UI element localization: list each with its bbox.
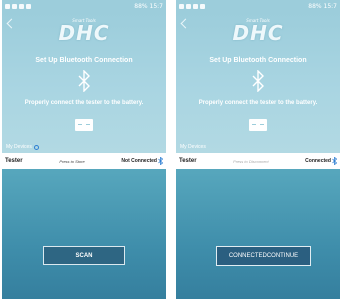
press-hint: Press to Store [59, 158, 85, 164]
scan-button[interactable]: SCAN [43, 246, 125, 265]
status-right: 88% 15:7 [134, 3, 163, 10]
connected-continue-button[interactable]: CONNECTEDCONTINUE [216, 246, 311, 266]
notification-icons [179, 3, 205, 9]
refresh-icon[interactable] [33, 144, 39, 150]
bluetooth-icon [176, 70, 340, 92]
action-area: SCAN [2, 169, 166, 299]
page-title: Set Up Bluetooth Connection [35, 57, 133, 64]
bluetooth-small-icon [332, 157, 337, 165]
notification-icon [193, 3, 198, 9]
screen-not-connected: 88% 15:7 Smart Tools DHC Set Up Bluetoot… [2, 0, 166, 299]
notification-icon [200, 3, 205, 9]
notification-icons [5, 3, 31, 9]
bluetooth-small-icon [158, 157, 163, 165]
status-time: 15:7 [149, 2, 163, 10]
notification-icon [19, 3, 24, 9]
bluetooth-icon [2, 70, 166, 92]
battery-icon [75, 119, 93, 131]
app-logo: Smart Tools DHC [176, 18, 340, 43]
press-hint: Press to Disconnect [233, 158, 269, 164]
battery-percent: 88% [308, 2, 322, 10]
notification-icon [26, 3, 31, 9]
page-title: Set Up Bluetooth Connection [209, 57, 307, 64]
connection-status: Not Connected [121, 157, 163, 165]
connection-status-text: Connected [305, 158, 331, 164]
status-right: 88% 15:7 [308, 3, 337, 10]
device-name: Tester [179, 158, 197, 164]
notification-icon [12, 3, 17, 9]
my-devices-text: My Devices [180, 144, 206, 150]
logo-text: DHC [58, 21, 110, 45]
device-row[interactable]: Tester Press to Store Not Connected [2, 153, 166, 169]
instruction-text: Properly connect the tester to the batte… [24, 100, 144, 106]
app-logo: Smart Tools DHC [2, 18, 166, 43]
battery-icon [249, 119, 267, 131]
device-row[interactable]: Tester Press to Disconnect Connected [176, 153, 340, 169]
status-time: 15:7 [323, 2, 337, 10]
action-area: CONNECTEDCONTINUE [176, 169, 340, 299]
battery-percent: 88% [134, 2, 148, 10]
my-devices-label: My Devices [6, 144, 39, 150]
setup-area: Smart Tools DHC Set Up Bluetooth Connect… [2, 12, 166, 153]
connection-status: Connected [305, 157, 337, 165]
status-bar: 88% 15:7 [176, 0, 340, 12]
notification-icon [5, 3, 10, 9]
device-name: Tester [5, 158, 23, 164]
screen-connected: 88% 15:7 Smart Tools DHC Set Up Bluetoot… [176, 0, 340, 299]
my-devices-text: My Devices [6, 144, 32, 150]
logo-text: DHC [232, 21, 284, 45]
connection-status-text: Not Connected [121, 158, 157, 164]
status-bar: 88% 15:7 [2, 0, 166, 12]
notification-icon [186, 3, 191, 9]
my-devices-label: My Devices [180, 144, 206, 150]
instruction-text: Properly connect the tester to the batte… [198, 100, 318, 106]
notification-icon [179, 3, 184, 9]
setup-area: Smart Tools DHC Set Up Bluetooth Connect… [176, 12, 340, 153]
